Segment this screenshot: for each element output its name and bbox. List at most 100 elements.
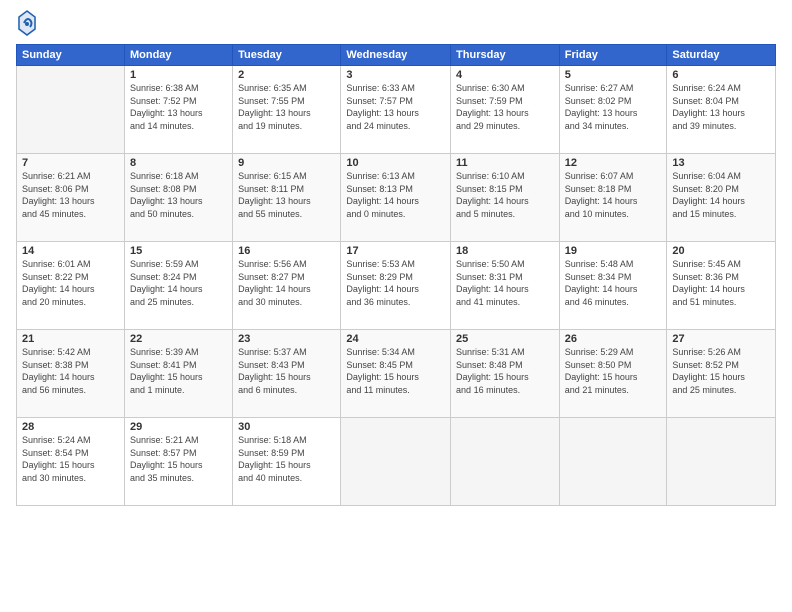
day-info: Sunrise: 5:26 AM Sunset: 8:52 PM Dayligh… xyxy=(672,346,770,396)
calendar-cell: 12Sunrise: 6:07 AM Sunset: 8:18 PM Dayli… xyxy=(559,154,667,242)
calendar-cell: 3Sunrise: 6:33 AM Sunset: 7:57 PM Daylig… xyxy=(341,66,451,154)
calendar-cell: 18Sunrise: 5:50 AM Sunset: 8:31 PM Dayli… xyxy=(451,242,560,330)
calendar-cell: 13Sunrise: 6:04 AM Sunset: 8:20 PM Dayli… xyxy=(667,154,776,242)
day-info: Sunrise: 5:34 AM Sunset: 8:45 PM Dayligh… xyxy=(346,346,445,396)
day-info: Sunrise: 5:24 AM Sunset: 8:54 PM Dayligh… xyxy=(22,434,119,484)
calendar-cell: 8Sunrise: 6:18 AM Sunset: 8:08 PM Daylig… xyxy=(124,154,232,242)
day-info: Sunrise: 6:01 AM Sunset: 8:22 PM Dayligh… xyxy=(22,258,119,308)
day-number: 29 xyxy=(130,421,227,433)
calendar-cell: 10Sunrise: 6:13 AM Sunset: 8:13 PM Dayli… xyxy=(341,154,451,242)
header xyxy=(16,10,776,38)
day-info: Sunrise: 6:04 AM Sunset: 8:20 PM Dayligh… xyxy=(672,170,770,220)
calendar-cell: 19Sunrise: 5:48 AM Sunset: 8:34 PM Dayli… xyxy=(559,242,667,330)
week-row-2: 7Sunrise: 6:21 AM Sunset: 8:06 PM Daylig… xyxy=(17,154,776,242)
day-number: 16 xyxy=(238,245,335,257)
day-number: 26 xyxy=(565,333,662,345)
day-info: Sunrise: 5:53 AM Sunset: 8:29 PM Dayligh… xyxy=(346,258,445,308)
calendar-cell: 9Sunrise: 6:15 AM Sunset: 8:11 PM Daylig… xyxy=(233,154,341,242)
calendar-cell: 29Sunrise: 5:21 AM Sunset: 8:57 PM Dayli… xyxy=(124,418,232,506)
day-number: 1 xyxy=(130,69,227,81)
day-number: 11 xyxy=(456,157,554,169)
week-row-3: 14Sunrise: 6:01 AM Sunset: 8:22 PM Dayli… xyxy=(17,242,776,330)
day-info: Sunrise: 6:15 AM Sunset: 8:11 PM Dayligh… xyxy=(238,170,335,220)
weekday-header-tuesday: Tuesday xyxy=(233,45,341,66)
day-info: Sunrise: 5:50 AM Sunset: 8:31 PM Dayligh… xyxy=(456,258,554,308)
calendar-cell xyxy=(559,418,667,506)
calendar-cell: 5Sunrise: 6:27 AM Sunset: 8:02 PM Daylig… xyxy=(559,66,667,154)
weekday-header-monday: Monday xyxy=(124,45,232,66)
day-number: 24 xyxy=(346,333,445,345)
calendar-cell: 23Sunrise: 5:37 AM Sunset: 8:43 PM Dayli… xyxy=(233,330,341,418)
day-number: 19 xyxy=(565,245,662,257)
calendar-cell: 15Sunrise: 5:59 AM Sunset: 8:24 PM Dayli… xyxy=(124,242,232,330)
weekday-header-wednesday: Wednesday xyxy=(341,45,451,66)
day-number: 23 xyxy=(238,333,335,345)
calendar-page: SundayMondayTuesdayWednesdayThursdayFrid… xyxy=(0,0,792,612)
day-info: Sunrise: 6:30 AM Sunset: 7:59 PM Dayligh… xyxy=(456,82,554,132)
calendar-cell: 7Sunrise: 6:21 AM Sunset: 8:06 PM Daylig… xyxy=(17,154,125,242)
calendar-cell: 30Sunrise: 5:18 AM Sunset: 8:59 PM Dayli… xyxy=(233,418,341,506)
weekday-header-sunday: Sunday xyxy=(17,45,125,66)
day-number: 9 xyxy=(238,157,335,169)
calendar-cell: 25Sunrise: 5:31 AM Sunset: 8:48 PM Dayli… xyxy=(451,330,560,418)
calendar-cell: 21Sunrise: 5:42 AM Sunset: 8:38 PM Dayli… xyxy=(17,330,125,418)
day-number: 13 xyxy=(672,157,770,169)
calendar-cell xyxy=(451,418,560,506)
weekday-header-row: SundayMondayTuesdayWednesdayThursdayFrid… xyxy=(17,45,776,66)
calendar-cell: 17Sunrise: 5:53 AM Sunset: 8:29 PM Dayli… xyxy=(341,242,451,330)
calendar-cell: 26Sunrise: 5:29 AM Sunset: 8:50 PM Dayli… xyxy=(559,330,667,418)
calendar-cell: 2Sunrise: 6:35 AM Sunset: 7:55 PM Daylig… xyxy=(233,66,341,154)
day-number: 28 xyxy=(22,421,119,433)
day-number: 17 xyxy=(346,245,445,257)
calendar-cell: 20Sunrise: 5:45 AM Sunset: 8:36 PM Dayli… xyxy=(667,242,776,330)
day-number: 25 xyxy=(456,333,554,345)
day-info: Sunrise: 5:37 AM Sunset: 8:43 PM Dayligh… xyxy=(238,346,335,396)
day-number: 4 xyxy=(456,69,554,81)
weekday-header-friday: Friday xyxy=(559,45,667,66)
day-info: Sunrise: 5:56 AM Sunset: 8:27 PM Dayligh… xyxy=(238,258,335,308)
day-info: Sunrise: 6:10 AM Sunset: 8:15 PM Dayligh… xyxy=(456,170,554,220)
day-number: 3 xyxy=(346,69,445,81)
day-number: 7 xyxy=(22,157,119,169)
day-info: Sunrise: 6:21 AM Sunset: 8:06 PM Dayligh… xyxy=(22,170,119,220)
day-info: Sunrise: 6:24 AM Sunset: 8:04 PM Dayligh… xyxy=(672,82,770,132)
day-info: Sunrise: 6:33 AM Sunset: 7:57 PM Dayligh… xyxy=(346,82,445,132)
day-info: Sunrise: 6:38 AM Sunset: 7:52 PM Dayligh… xyxy=(130,82,227,132)
week-row-5: 28Sunrise: 5:24 AM Sunset: 8:54 PM Dayli… xyxy=(17,418,776,506)
week-row-1: 1Sunrise: 6:38 AM Sunset: 7:52 PM Daylig… xyxy=(17,66,776,154)
week-row-4: 21Sunrise: 5:42 AM Sunset: 8:38 PM Dayli… xyxy=(17,330,776,418)
day-info: Sunrise: 5:39 AM Sunset: 8:41 PM Dayligh… xyxy=(130,346,227,396)
day-info: Sunrise: 5:18 AM Sunset: 8:59 PM Dayligh… xyxy=(238,434,335,484)
calendar-cell: 14Sunrise: 6:01 AM Sunset: 8:22 PM Dayli… xyxy=(17,242,125,330)
day-info: Sunrise: 5:21 AM Sunset: 8:57 PM Dayligh… xyxy=(130,434,227,484)
day-number: 6 xyxy=(672,69,770,81)
calendar-cell xyxy=(667,418,776,506)
weekday-header-saturday: Saturday xyxy=(667,45,776,66)
calendar-cell: 28Sunrise: 5:24 AM Sunset: 8:54 PM Dayli… xyxy=(17,418,125,506)
day-number: 22 xyxy=(130,333,227,345)
day-number: 2 xyxy=(238,69,335,81)
calendar-cell: 16Sunrise: 5:56 AM Sunset: 8:27 PM Dayli… xyxy=(233,242,341,330)
day-number: 5 xyxy=(565,69,662,81)
day-number: 10 xyxy=(346,157,445,169)
day-info: Sunrise: 5:29 AM Sunset: 8:50 PM Dayligh… xyxy=(565,346,662,396)
day-number: 14 xyxy=(22,245,119,257)
day-number: 12 xyxy=(565,157,662,169)
day-info: Sunrise: 6:13 AM Sunset: 8:13 PM Dayligh… xyxy=(346,170,445,220)
calendar-table: SundayMondayTuesdayWednesdayThursdayFrid… xyxy=(16,44,776,506)
day-info: Sunrise: 6:18 AM Sunset: 8:08 PM Dayligh… xyxy=(130,170,227,220)
weekday-header-thursday: Thursday xyxy=(451,45,560,66)
calendar-cell xyxy=(341,418,451,506)
day-number: 30 xyxy=(238,421,335,433)
logo xyxy=(16,10,42,38)
logo-icon xyxy=(16,10,38,38)
day-number: 20 xyxy=(672,245,770,257)
day-number: 8 xyxy=(130,157,227,169)
calendar-cell: 4Sunrise: 6:30 AM Sunset: 7:59 PM Daylig… xyxy=(451,66,560,154)
day-info: Sunrise: 5:42 AM Sunset: 8:38 PM Dayligh… xyxy=(22,346,119,396)
day-info: Sunrise: 6:07 AM Sunset: 8:18 PM Dayligh… xyxy=(565,170,662,220)
calendar-cell: 27Sunrise: 5:26 AM Sunset: 8:52 PM Dayli… xyxy=(667,330,776,418)
day-info: Sunrise: 5:48 AM Sunset: 8:34 PM Dayligh… xyxy=(565,258,662,308)
calendar-cell: 6Sunrise: 6:24 AM Sunset: 8:04 PM Daylig… xyxy=(667,66,776,154)
day-info: Sunrise: 5:59 AM Sunset: 8:24 PM Dayligh… xyxy=(130,258,227,308)
